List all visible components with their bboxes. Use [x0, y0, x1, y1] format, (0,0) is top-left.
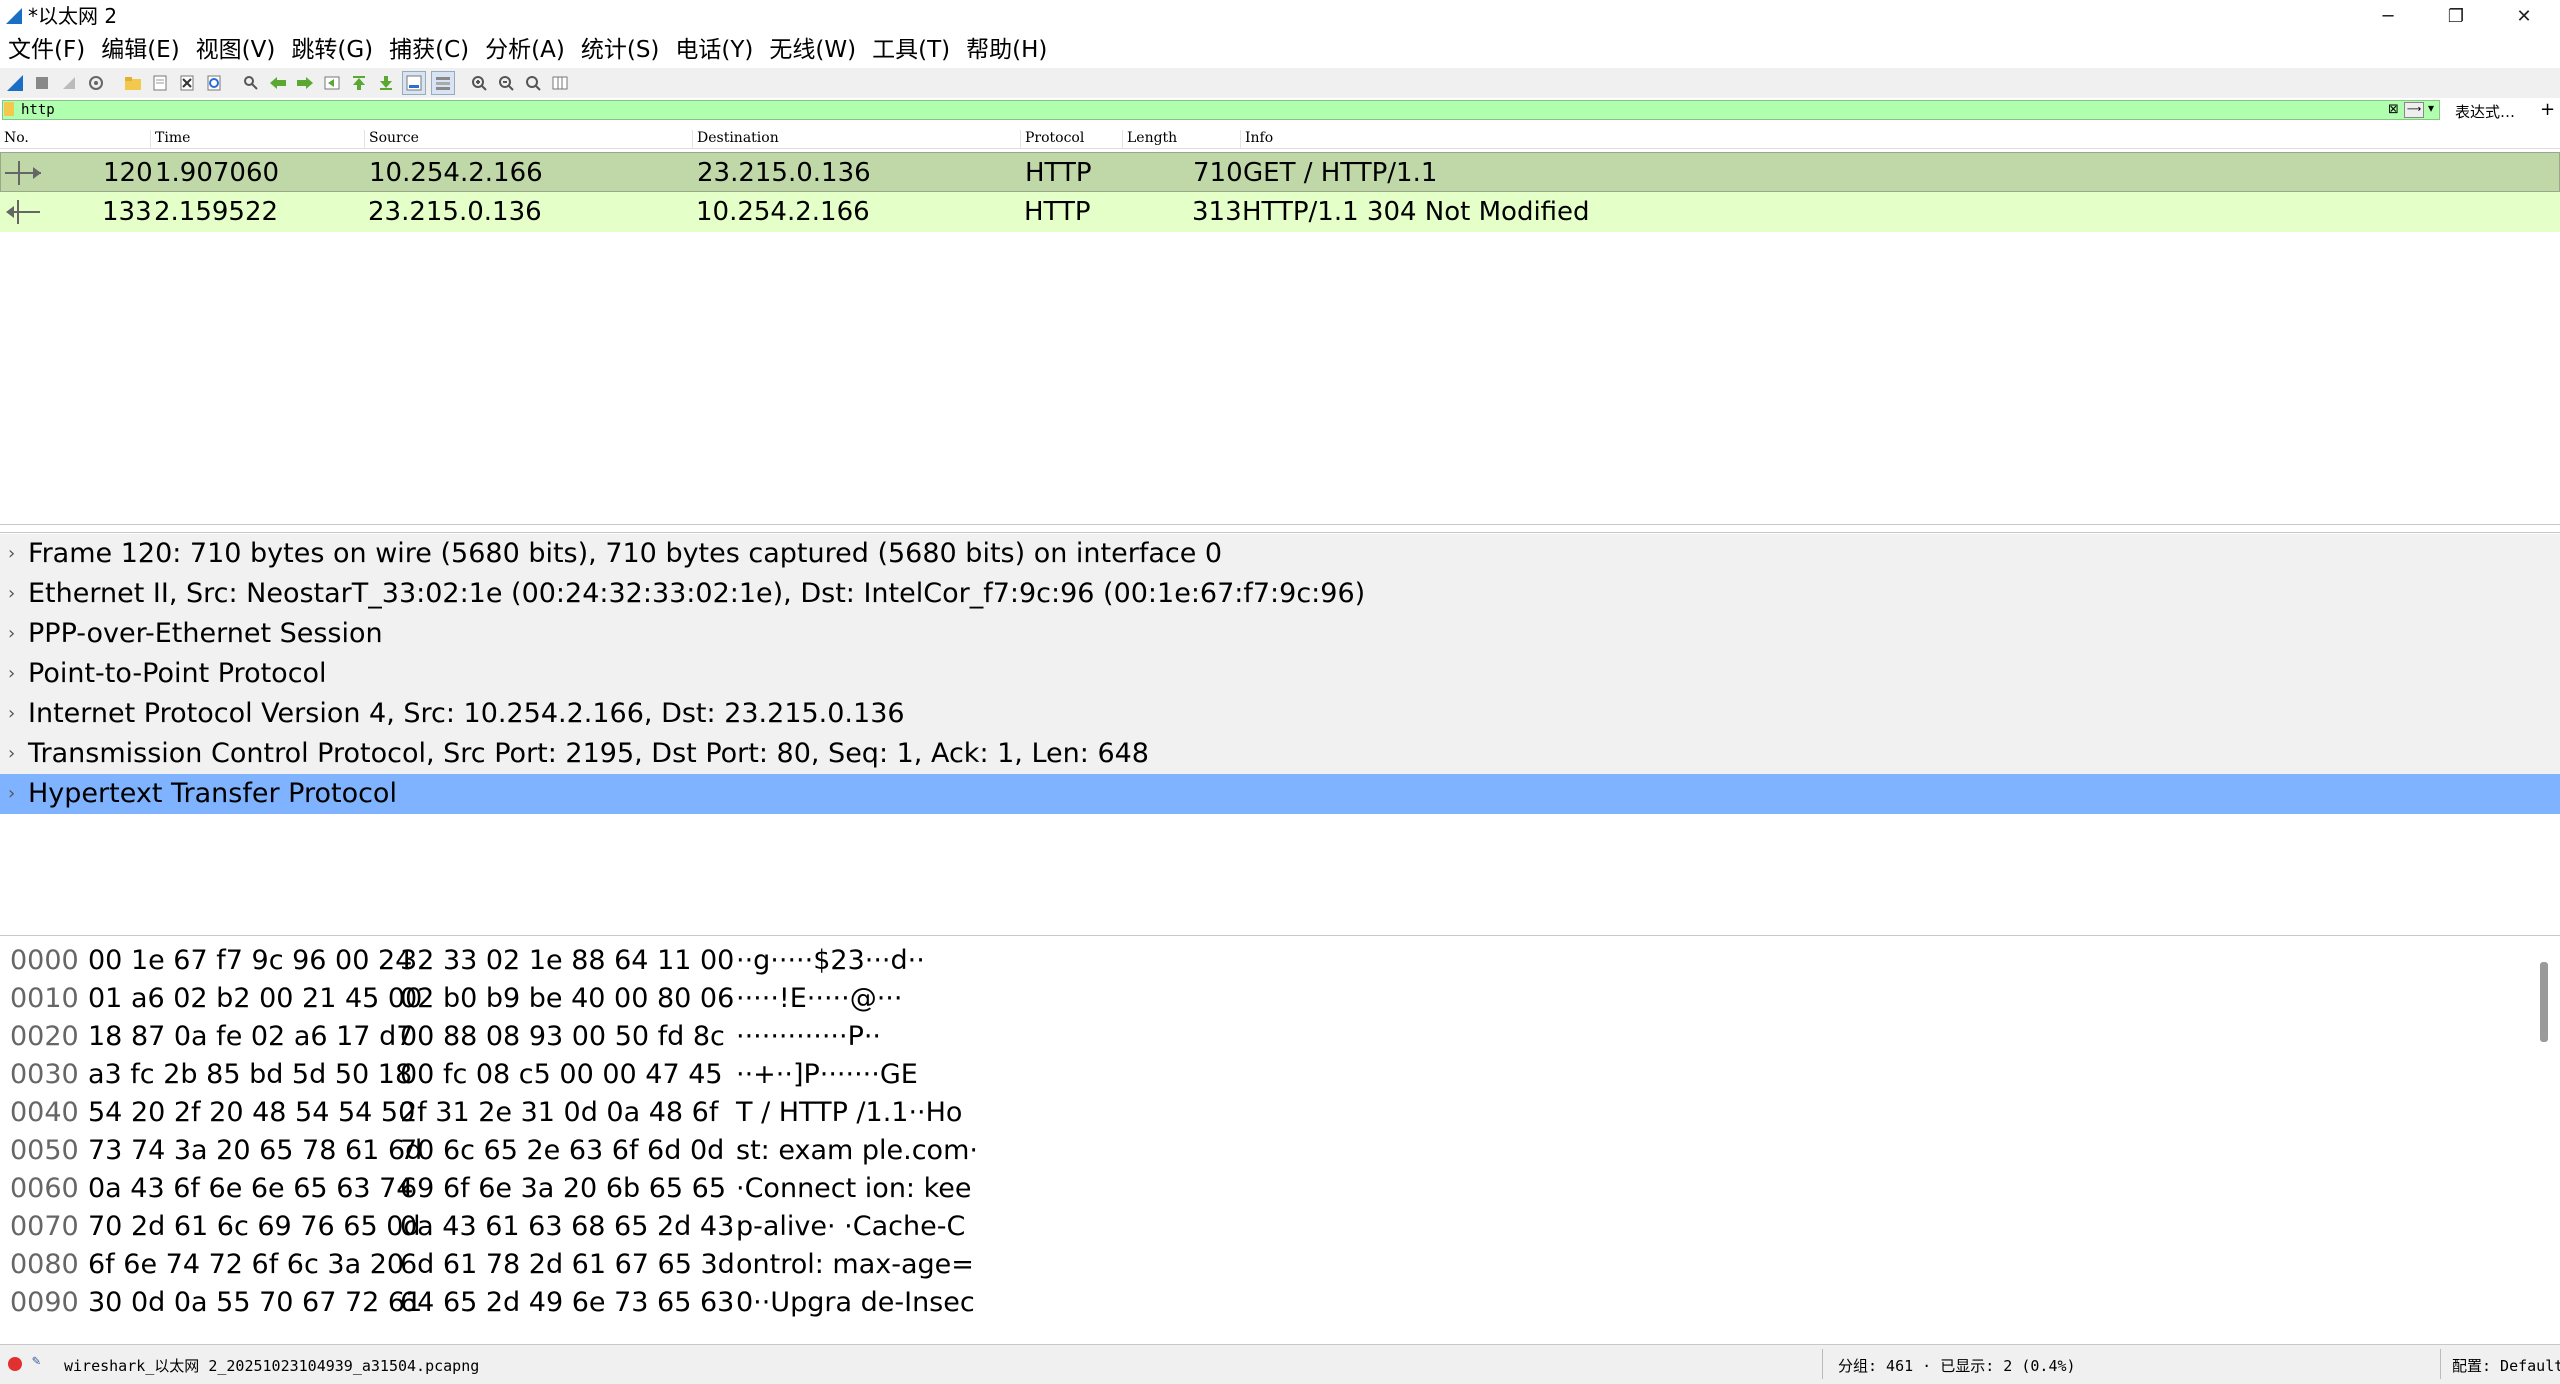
stop-icon[interactable]	[31, 72, 53, 94]
restore-button[interactable]: ❐	[2422, 0, 2490, 32]
options-icon[interactable]	[85, 72, 107, 94]
tree-item-http[interactable]: › Hypertext Transfer Protocol	[0, 774, 2560, 814]
column-time[interactable]: Time	[150, 130, 190, 148]
packet-info: GET / HTTP/1.1	[1243, 158, 1438, 188]
packet-destination: 10.254.2.166	[696, 197, 870, 227]
packet-destination: 23.215.0.136	[697, 158, 871, 188]
menu-capture[interactable]: 捕获(C)	[381, 32, 477, 68]
profile-label[interactable]: 配置: Default	[2452, 1355, 2560, 1376]
packet-source: 23.215.0.136	[368, 197, 542, 227]
divider	[2440, 1349, 2441, 1379]
packet-row[interactable]: 133 2.159522 23.215.0.136 10.254.2.166 H…	[0, 192, 2560, 232]
expression-button[interactable]: 表达式…	[2455, 101, 2515, 122]
menu-help[interactable]: 帮助(H)	[958, 32, 1055, 68]
status-bar: ✎ wireshark_以太网 2_20251023104939_a31504.…	[0, 1344, 2560, 1384]
packet-protocol: HTTP	[1024, 197, 1091, 227]
packet-length: 313	[1192, 197, 1242, 227]
reload-icon[interactable]	[203, 72, 225, 94]
bytes-scrollbar[interactable]	[2540, 962, 2548, 1042]
save-icon[interactable]	[149, 72, 171, 94]
chevron-right-icon[interactable]: ›	[8, 774, 15, 814]
column-destination[interactable]: Destination	[692, 130, 779, 148]
menu-bar: 文件(F) 编辑(E) 视图(V) 跳转(G) 捕获(C) 分析(A) 统计(S…	[0, 32, 2560, 68]
packet-time: 1.907060	[155, 158, 280, 188]
packet-time: 2.159522	[154, 197, 279, 227]
menu-go[interactable]: 跳转(G)	[283, 32, 381, 68]
packet-count: 分组: 461 · 已显示: 2 (0.4%)	[1838, 1357, 2076, 1375]
packet-length: 710	[1193, 158, 1243, 188]
forward-icon[interactable]	[294, 72, 316, 94]
chevron-down-icon[interactable]: ▾	[2428, 101, 2434, 115]
window-title: *以太网 2	[28, 4, 118, 28]
tree-item-ethernet[interactable]: › Ethernet II, Src: NeostarT_33:02:1e (00…	[0, 574, 2560, 614]
menu-edit[interactable]: 编辑(E)	[93, 32, 187, 68]
colorize-icon[interactable]	[431, 71, 455, 95]
tree-item-tcp[interactable]: › Transmission Control Protocol, Src Port…	[0, 734, 2560, 774]
tree-item-pppoe[interactable]: › PPP-over-Ethernet Session	[0, 614, 2560, 654]
first-icon[interactable]	[348, 72, 370, 94]
chevron-right-icon[interactable]: ›	[8, 734, 15, 774]
packet-source: 10.254.2.166	[369, 158, 543, 188]
capture-status-icon[interactable]	[8, 1357, 22, 1371]
menu-wireless[interactable]: 无线(W)	[761, 32, 864, 68]
minimize-button[interactable]: ─	[2354, 0, 2422, 32]
chevron-right-icon[interactable]: ›	[8, 574, 15, 614]
filter-toolbar: http ⊠ ⟶ ▾ 表达式… +	[0, 99, 2560, 123]
autoscroll-icon[interactable]	[402, 71, 426, 95]
column-info[interactable]: Info	[1240, 130, 1273, 148]
find-icon[interactable]	[240, 72, 262, 94]
capture-file-name: wireshark_以太网 2_20251023104939_a31504.pc…	[64, 1357, 480, 1375]
close-button[interactable]: ✕	[2490, 0, 2558, 32]
request-arrow-icon	[5, 161, 41, 185]
menu-statistics[interactable]: 统计(S)	[573, 32, 668, 68]
packet-protocol: HTTP	[1025, 158, 1092, 188]
response-arrow-icon	[6, 200, 40, 224]
back-icon[interactable]	[267, 72, 289, 94]
bookmark-icon[interactable]	[4, 102, 14, 116]
restart-icon[interactable]	[58, 72, 80, 94]
packet-info: HTTP/1.1 304 Not Modified	[1242, 197, 1590, 227]
tree-item-ipv4[interactable]: › Internet Protocol Version 4, Src: 10.25…	[0, 694, 2560, 734]
clear-filter-icon[interactable]: ⊠	[2388, 102, 2399, 117]
menu-file[interactable]: 文件(F)	[0, 32, 93, 68]
open-icon[interactable]	[122, 72, 144, 94]
edit-comment-icon[interactable]: ✎	[32, 1353, 40, 1369]
zoom-in-icon[interactable]	[468, 72, 490, 94]
last-icon[interactable]	[375, 72, 397, 94]
packet-no: 133	[102, 197, 152, 227]
zoom-reset-icon[interactable]	[522, 72, 544, 94]
column-protocol[interactable]: Protocol	[1020, 130, 1084, 148]
close-file-icon[interactable]	[176, 72, 198, 94]
title-bar: *以太网 2 ─ ❐ ✕	[0, 0, 2560, 32]
packet-list-header: No. Time Source Destination Protocol Len…	[0, 128, 2560, 149]
menu-tools[interactable]: 工具(T)	[864, 32, 958, 68]
chevron-right-icon[interactable]: ›	[8, 534, 15, 574]
add-filter-button[interactable]: +	[2540, 99, 2555, 120]
packet-row[interactable]: 120 1.907060 10.254.2.166 23.215.0.136 H…	[0, 152, 2560, 192]
menu-view[interactable]: 视图(V)	[188, 32, 284, 68]
packet-list: 120 1.907060 10.254.2.166 23.215.0.136 H…	[0, 148, 2560, 525]
column-source[interactable]: Source	[364, 130, 419, 148]
chevron-right-icon[interactable]: ›	[8, 654, 15, 694]
wireshark-fin-icon	[6, 8, 22, 24]
chevron-right-icon[interactable]: ›	[8, 694, 15, 734]
divider	[1822, 1349, 1823, 1379]
apply-filter-icon[interactable]: ⟶	[2404, 102, 2424, 118]
tree-item-ppp[interactable]: › Point-to-Point Protocol	[0, 654, 2560, 694]
zoom-out-icon[interactable]	[495, 72, 517, 94]
main-toolbar	[0, 68, 2560, 98]
column-length[interactable]: Length	[1122, 130, 1177, 148]
packet-details-tree: › Frame 120: 710 bytes on wire (5680 bits…	[0, 532, 2560, 936]
menu-telephony[interactable]: 电话(Y)	[667, 32, 761, 68]
display-filter-input[interactable]: http	[2, 100, 2440, 120]
tree-item-frame[interactable]: › Frame 120: 710 bytes on wire (5680 bits…	[0, 534, 2560, 574]
column-no[interactable]: No.	[0, 130, 29, 148]
goto-icon[interactable]	[321, 72, 343, 94]
chevron-right-icon[interactable]: ›	[8, 614, 15, 654]
packet-bytes-pane: 0000 00 1e 67 f7 9c 96 00 24 32 33 02 1e 8…	[0, 940, 2560, 1340]
menu-analyze[interactable]: 分析(A)	[477, 32, 573, 68]
shark-fin-icon[interactable]	[4, 72, 26, 94]
resize-columns-icon[interactable]	[549, 72, 571, 94]
packet-no: 120	[103, 158, 153, 188]
